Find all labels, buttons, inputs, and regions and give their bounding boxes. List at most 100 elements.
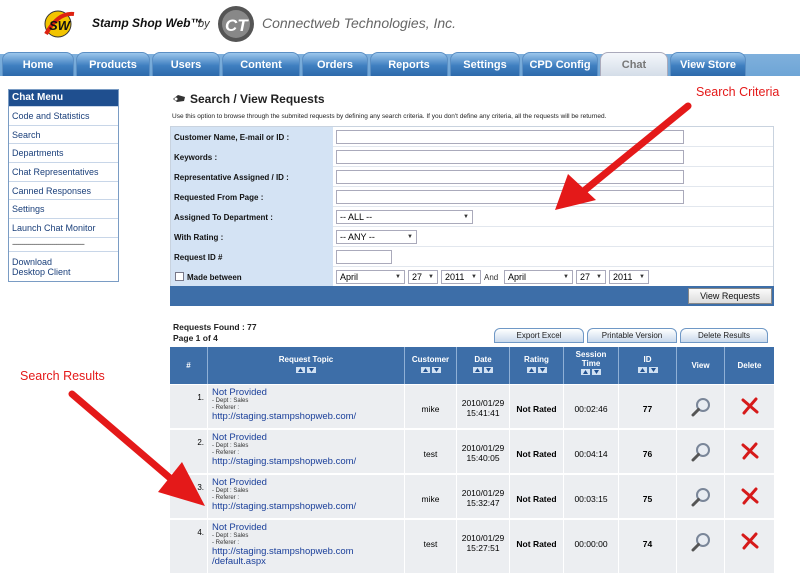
from-page-input[interactable] <box>336 190 684 204</box>
brand-by: by <box>198 18 210 30</box>
sort-arrows-icon[interactable] <box>637 367 658 373</box>
requests-found: Requests Found : 77 <box>173 322 257 332</box>
sidebar-item-search[interactable]: Search <box>9 124 118 144</box>
row-id: 74 <box>618 520 676 574</box>
download-line2: Desktop Client <box>12 266 71 277</box>
magnifier-icon[interactable] <box>691 532 711 552</box>
sort-arrows-icon[interactable] <box>526 367 547 373</box>
rating-label: With Rating : <box>171 227 333 247</box>
delete-x-icon[interactable] <box>741 442 759 460</box>
from-day-select[interactable]: 27 <box>408 270 438 284</box>
sidebar-item-code-statistics[interactable]: Code and Statistics <box>9 106 118 125</box>
sidebar-title: Chat Menu <box>9 90 118 106</box>
sidebar-item-download-client[interactable]: Download Desktop Client <box>9 250 118 281</box>
sidebar-item-settings[interactable]: Settings <box>9 199 118 219</box>
rating-select[interactable]: -- ANY -- <box>336 230 417 244</box>
topic-link[interactable]: Not Provided <box>212 432 404 443</box>
tab-orders[interactable]: Orders <box>302 52 368 76</box>
row-date: 2010/01/29 15:41:41 <box>456 385 509 429</box>
annotation-search-results: Search Results <box>20 369 105 383</box>
sort-arrows-icon[interactable] <box>420 367 441 373</box>
made-between-label: Made between <box>171 267 333 287</box>
printable-version-button[interactable]: Printable Version <box>587 328 677 343</box>
sort-arrows-icon[interactable] <box>581 369 601 375</box>
tab-chat[interactable]: Chat <box>600 52 668 76</box>
from-month-select[interactable]: April <box>336 270 405 284</box>
col-rating-label: Rating <box>524 355 549 364</box>
keywords-input[interactable] <box>336 150 684 164</box>
col-topic[interactable]: Request Topic <box>207 347 404 384</box>
topic-dept: - Dept : Sales <box>212 488 249 494</box>
tab-view-store[interactable]: View Store <box>670 52 746 76</box>
topic-link[interactable]: Not Provided <box>212 477 404 488</box>
tab-settings[interactable]: Settings <box>450 52 520 76</box>
download-line1: Download <box>12 256 53 267</box>
from-year: 2011 <box>445 272 465 282</box>
row-id: 76 <box>618 430 676 474</box>
topic-link[interactable]: Not Provided <box>212 522 404 533</box>
tab-users[interactable]: Users <box>152 52 220 76</box>
delete-x-icon[interactable] <box>741 532 759 550</box>
col-customer[interactable]: Customer <box>404 347 456 384</box>
row-department: Assigned To Department : -- ALL -- <box>171 207 773 227</box>
referer-url-link[interactable]: http://staging.stampshopweb.com/ <box>212 412 404 422</box>
sidebar-item-departments[interactable]: Departments <box>9 143 118 163</box>
topic-dept: - Dept : Sales <box>212 398 249 404</box>
row-date-day: 2010/01/29 <box>461 398 505 408</box>
topic-link[interactable]: Not Provided <box>212 387 404 398</box>
magnifier-icon[interactable] <box>691 397 711 417</box>
row-view-cell <box>676 430 724 474</box>
row-id: 75 <box>618 475 676 519</box>
to-year-select[interactable]: 2011 <box>609 270 649 284</box>
delete-x-icon[interactable] <box>741 487 759 505</box>
magnifier-icon[interactable] <box>691 487 711 507</box>
row-number: 1. <box>197 393 204 402</box>
tab-reports[interactable]: Reports <box>370 52 448 76</box>
sidebar-separator: ------------------------------------ <box>9 236 118 251</box>
brand-name: Stamp Shop Web™ <box>92 16 203 30</box>
sort-arrows-icon[interactable] <box>296 367 316 373</box>
department-select[interactable]: -- ALL -- <box>336 210 473 224</box>
to-day-select[interactable]: 27 <box>576 270 606 284</box>
to-month-select[interactable]: April <box>504 270 573 284</box>
row-keywords: Keywords : <box>171 147 773 167</box>
row-delete-cell <box>724 475 774 519</box>
row-topic: Not Provided - Dept : Sales - Referer : … <box>207 520 404 574</box>
col-rating[interactable]: Rating <box>509 347 563 384</box>
tab-content[interactable]: Content <box>222 52 300 76</box>
sidebar-item-canned-responses[interactable]: Canned Responses <box>9 180 118 200</box>
made-between-checkbox[interactable] <box>175 272 184 281</box>
rating-selected: -- ANY -- <box>340 232 375 242</box>
tab-products[interactable]: Products <box>76 52 150 76</box>
delete-results-button[interactable]: Delete Results <box>680 328 768 343</box>
sidebar-item-launch-chat-monitor[interactable]: Launch Chat Monitor <box>9 218 118 237</box>
row-number: 3. <box>197 483 204 492</box>
representative-input[interactable] <box>336 170 684 184</box>
col-date[interactable]: Date <box>456 347 509 384</box>
department-selected: -- ALL -- <box>340 212 373 222</box>
col-session-time[interactable]: Session Time <box>563 347 618 384</box>
sort-arrows-icon[interactable] <box>473 367 493 373</box>
representative-label: Representative Assigned / ID : <box>171 167 333 187</box>
request-id-input[interactable] <box>336 250 392 264</box>
col-id[interactable]: ID <box>618 347 676 384</box>
referer-url-link-cont[interactable]: /default.aspx <box>212 557 404 567</box>
view-requests-button[interactable]: View Requests <box>688 288 772 304</box>
page-title: Search / View Requests <box>190 92 325 106</box>
row-made-between: Made between April 27 2011 And April 27 … <box>171 267 773 287</box>
sidebar-item-chat-representatives[interactable]: Chat Representatives <box>9 162 118 181</box>
svg-text:SW: SW <box>49 18 72 33</box>
connectweb-logo-icon: CT <box>218 6 254 42</box>
delete-x-icon[interactable] <box>741 397 759 415</box>
tab-home[interactable]: Home <box>2 52 74 76</box>
row-view-cell <box>676 385 724 429</box>
referer-url-link[interactable]: http://staging.stampshopweb.com/ <box>212 457 404 467</box>
customer-input[interactable] <box>336 130 684 144</box>
form-footer-bar <box>170 286 774 306</box>
magnifier-icon[interactable] <box>691 442 711 462</box>
export-excel-button[interactable]: Export Excel <box>494 328 584 343</box>
referer-url-link[interactable]: http://staging.stampshopweb.com/ <box>212 502 404 512</box>
from-year-select[interactable]: 2011 <box>441 270 481 284</box>
tab-cpd-config[interactable]: CPD Config <box>522 52 598 76</box>
col-date-label: Date <box>474 355 492 364</box>
